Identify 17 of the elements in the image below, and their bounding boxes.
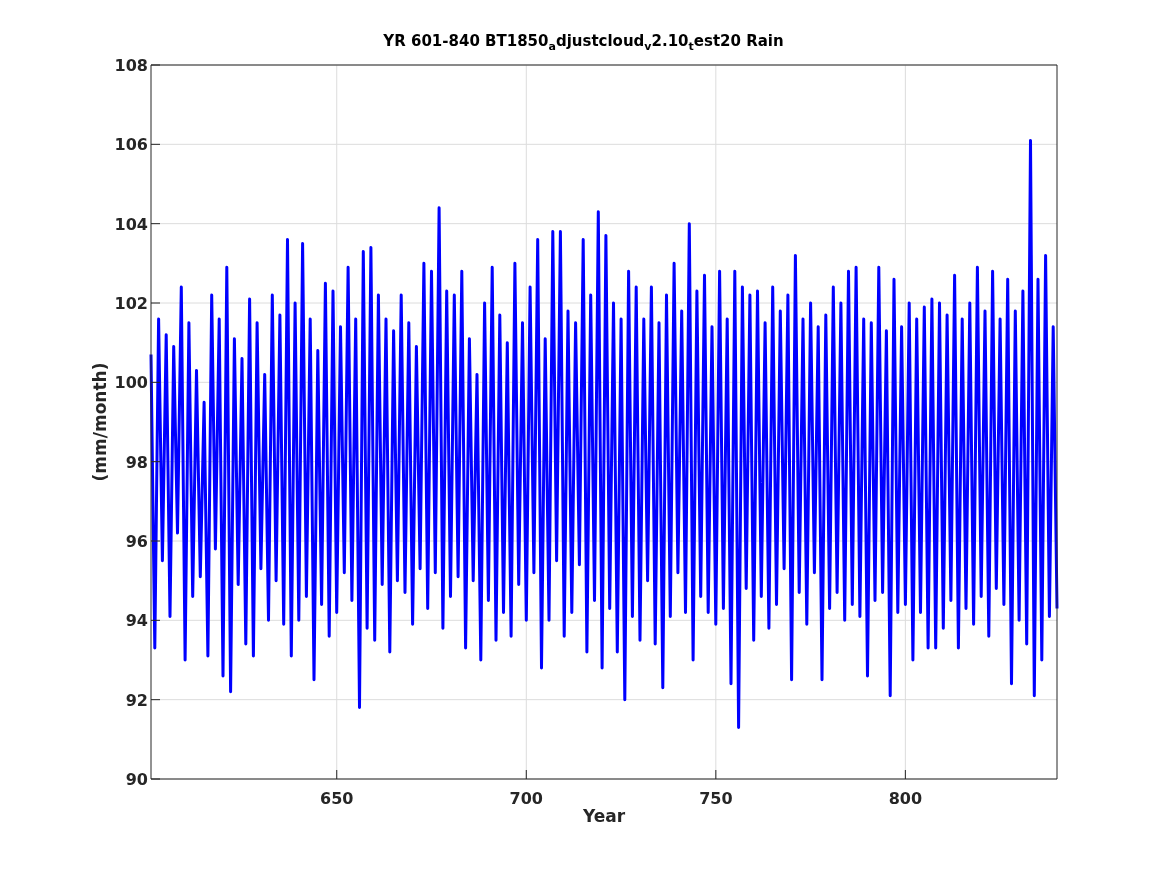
y-axis-label: (mm/month) (90, 362, 110, 482)
y-tick-label: 108 (114, 56, 148, 75)
y-tick-label: 94 (125, 611, 148, 631)
y-tick-label: 104 (114, 214, 148, 234)
y-tick-label: 92 (125, 690, 148, 710)
y-tick-label: 90 (125, 770, 148, 789)
y-tick-label: 98 (125, 452, 148, 472)
y-tick-label: 106 (114, 135, 148, 155)
chart-title: YR 601-840 BT1850$_{a}$djustcloud$_{v}$2.10$_{t}$est20 Rain (383, 32, 784, 53)
y-tick-label: 102 (114, 294, 148, 313)
x-axis-label: Year (582, 806, 626, 826)
y-tick-label: 100 (114, 373, 148, 393)
x-tick-label: 650 (320, 789, 354, 808)
x-tick-label: 700 (509, 789, 543, 808)
x-tick-label: 800 (888, 789, 923, 808)
y-tick-label: 96 (125, 532, 148, 551)
x-tick-label: 750 (699, 789, 733, 808)
